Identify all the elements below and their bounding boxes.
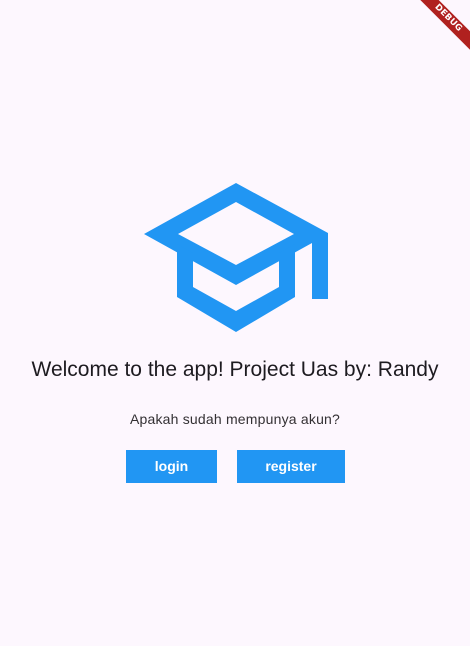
login-button[interactable]: login <box>126 450 217 483</box>
school-icon <box>144 183 328 333</box>
welcome-title: Welcome to the app! Project Uas by: Rand… <box>31 358 439 381</box>
register-button[interactable]: register <box>237 450 345 483</box>
debug-banner: DEBUG <box>410 0 470 60</box>
debug-banner-label: DEBUG <box>410 0 470 58</box>
account-question-text: Apakah sudah mempunya akun? <box>129 411 341 427</box>
